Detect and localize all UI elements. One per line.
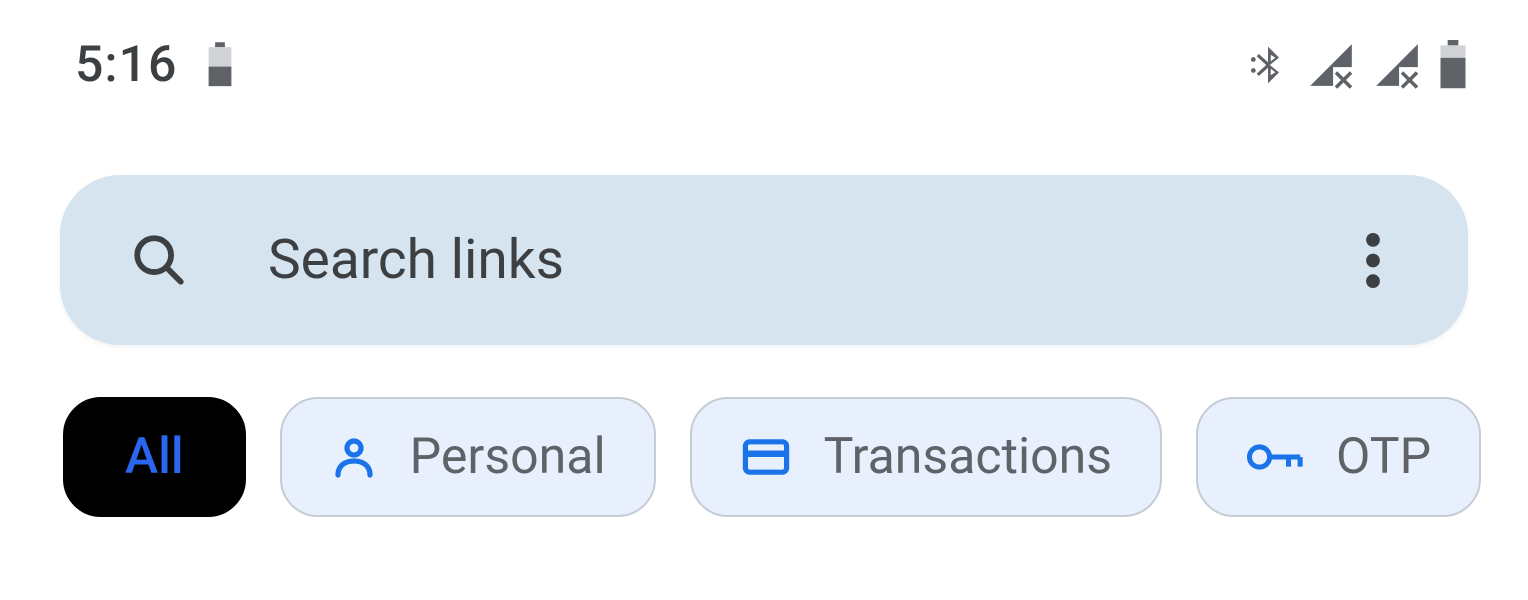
filter-chips-row: All Personal Transactions bbox=[0, 345, 1528, 517]
filter-chip-otp[interactable]: OTP bbox=[1196, 397, 1481, 517]
signal-no-data-icon bbox=[1306, 40, 1356, 90]
more-vert-icon[interactable] bbox=[1348, 233, 1398, 288]
battery-half-icon bbox=[207, 42, 233, 88]
bluetooth-icon bbox=[1246, 40, 1290, 90]
filter-chip-all[interactable]: All bbox=[63, 397, 246, 517]
person-icon bbox=[330, 433, 378, 481]
status-time: 5:16 bbox=[75, 36, 177, 94]
filter-chip-personal[interactable]: Personal bbox=[280, 397, 656, 517]
filter-chip-transactions[interactable]: Transactions bbox=[690, 397, 1162, 517]
chip-label: All bbox=[125, 428, 184, 486]
chip-label: OTP bbox=[1336, 428, 1431, 486]
status-bar-right bbox=[1246, 40, 1468, 90]
key-icon bbox=[1246, 437, 1304, 477]
search-placeholder: Search links bbox=[188, 228, 1348, 292]
search-bar[interactable]: Search links bbox=[60, 175, 1468, 345]
search-icon bbox=[130, 231, 188, 289]
signal-no-data-icon bbox=[1372, 40, 1422, 90]
credit-card-icon bbox=[740, 431, 792, 483]
chip-label: Personal bbox=[410, 428, 606, 486]
chip-label: Transactions bbox=[824, 428, 1112, 486]
battery-icon bbox=[1438, 40, 1468, 90]
status-bar-left: 5:16 bbox=[75, 36, 233, 94]
status-bar: 5:16 bbox=[0, 0, 1528, 120]
